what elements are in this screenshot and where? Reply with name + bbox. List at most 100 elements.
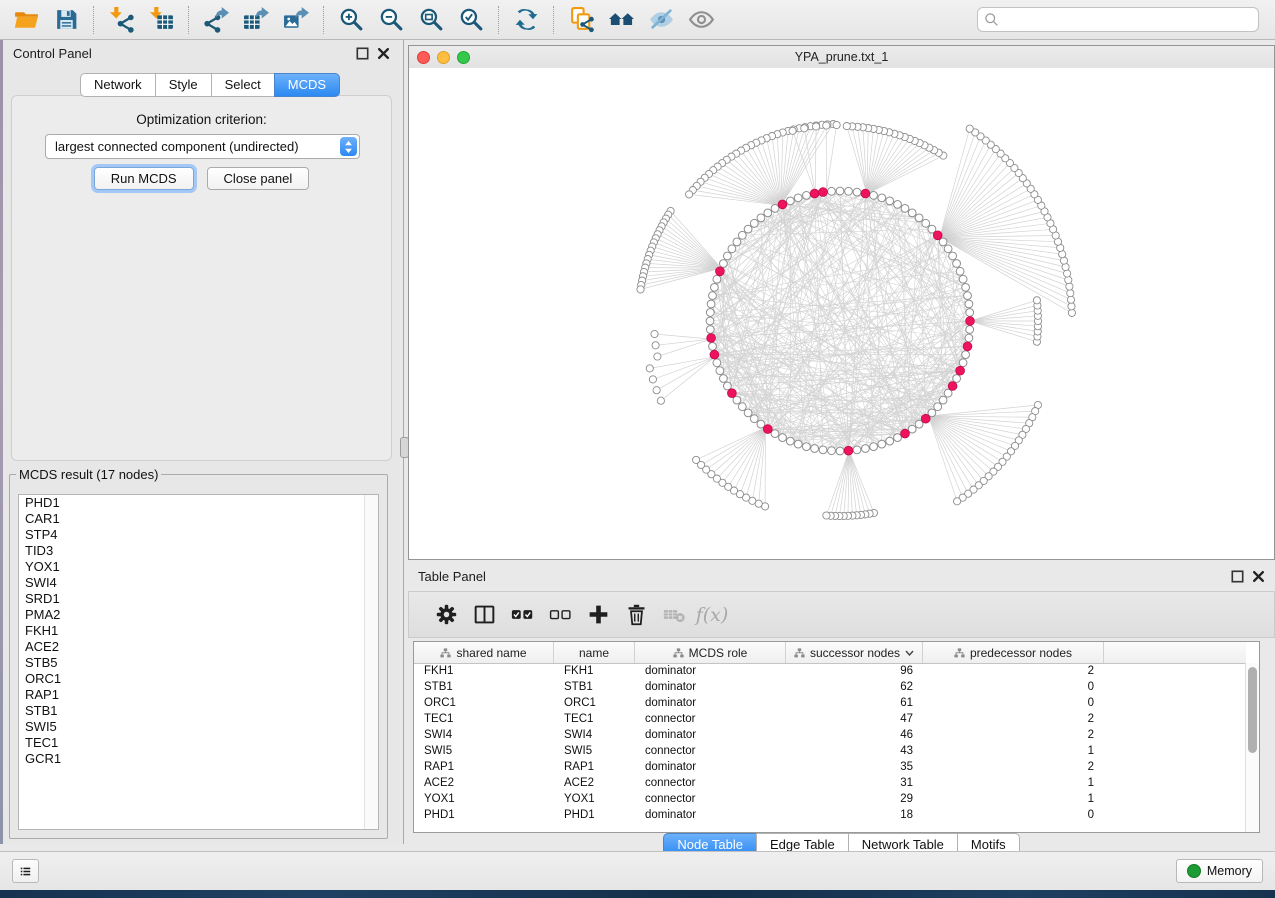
mcds-result-item[interactable]: STP4 [19, 527, 378, 543]
table-row[interactable]: PHD1PHD1dominator180 [414, 807, 1246, 823]
mcds-result-item[interactable]: SWI4 [19, 575, 378, 591]
column-header-name[interactable]: name [554, 642, 635, 663]
search-box[interactable] [977, 7, 1259, 32]
sort-desc-icon [905, 650, 914, 656]
column-header-mcds-role[interactable]: MCDS role [635, 642, 786, 663]
refresh-view-icon [513, 6, 540, 33]
cell-successor-nodes: 61 [786, 695, 923, 711]
result-scrollbar[interactable] [364, 495, 378, 829]
table-toolbar: f(x) [408, 591, 1275, 638]
mcds-result-item[interactable]: GCR1 [19, 751, 378, 767]
table-settings-icon [435, 603, 458, 626]
mcds-result-item[interactable]: FKH1 [19, 623, 378, 639]
tab-mcds[interactable]: MCDS [274, 73, 340, 97]
first-neighbors-button[interactable] [601, 3, 641, 37]
mcds-result-item[interactable]: PMA2 [19, 607, 378, 623]
table-scrollbar[interactable] [1245, 663, 1259, 832]
search-input[interactable] [1004, 11, 1252, 28]
mcds-result-item[interactable]: SRD1 [19, 591, 378, 607]
refresh-view-button[interactable] [506, 3, 546, 37]
select-all-rows-button[interactable] [503, 596, 541, 634]
float-panel-icon[interactable] [356, 47, 369, 60]
cell-name: RAP1 [554, 759, 635, 775]
zoom-in-button[interactable] [331, 3, 371, 37]
hide-selected-button[interactable] [641, 3, 681, 37]
tab-style[interactable]: Style [155, 73, 212, 97]
mcds-result-item[interactable]: CAR1 [19, 511, 378, 527]
run-mcds-button[interactable]: Run MCDS [94, 167, 194, 190]
table-panel: Table Panel f(x) shared namename MCDS ro… [408, 563, 1275, 844]
cell-successor-nodes: 62 [786, 679, 923, 695]
mcds-result-item[interactable]: STB5 [19, 655, 378, 671]
table-row[interactable]: RAP1RAP1dominator352 [414, 759, 1246, 775]
clone-network-button[interactable] [561, 3, 601, 37]
import-network-button[interactable] [101, 3, 141, 37]
mcds-result-item[interactable]: ORC1 [19, 671, 378, 687]
task-history-button[interactable] [12, 859, 39, 883]
panel-splitter[interactable] [400, 40, 408, 844]
table-row[interactable]: FKH1FKH1dominator962 [414, 663, 1246, 679]
apply-function-button[interactable]: f(x) [693, 596, 731, 634]
zoom-fit-button[interactable] [411, 3, 451, 37]
add-row-button[interactable] [579, 596, 617, 634]
import-table-button[interactable] [141, 3, 181, 37]
table-settings-button[interactable] [427, 596, 465, 634]
column-header-predecessor-nodes[interactable]: predecessor nodes [923, 642, 1104, 663]
table-row[interactable]: SWI4SWI4dominator462 [414, 727, 1246, 743]
table-scrollbar-thumb[interactable] [1248, 667, 1257, 753]
network-canvas[interactable] [409, 68, 1274, 559]
close-panel-button[interactable]: Close panel [207, 167, 310, 190]
zoom-out-button[interactable] [371, 3, 411, 37]
deselect-all-rows-button[interactable] [541, 596, 579, 634]
table-row[interactable]: SWI5SWI5connector431 [414, 743, 1246, 759]
cell-mcds-role: dominator [635, 727, 786, 743]
delete-row-button[interactable] [617, 596, 655, 634]
export-image-button[interactable] [276, 3, 316, 37]
tab-select[interactable]: Select [211, 73, 275, 97]
mcds-result-item[interactable]: SWI5 [19, 719, 378, 735]
mcds-result-item[interactable]: RAP1 [19, 687, 378, 703]
cell-name: ACE2 [554, 775, 635, 791]
cell-mcds-role: dominator [635, 807, 786, 823]
deselect-all-rows-icon [549, 603, 572, 626]
mcds-result-item[interactable]: ACE2 [19, 639, 378, 655]
table-row[interactable]: TEC1TEC1connector472 [414, 711, 1246, 727]
mcds-result-list[interactable]: PHD1CAR1STP4TID3YOX1SWI4SRD1PMA2FKH1ACE2… [18, 494, 379, 830]
show-all-button[interactable] [681, 3, 721, 37]
column-visibility-button[interactable] [465, 596, 503, 634]
import-network-icon [108, 6, 135, 33]
export-network-button[interactable] [196, 3, 236, 37]
column-header-shared-name[interactable]: shared name [414, 642, 554, 663]
table-row[interactable]: STB1STB1dominator620 [414, 679, 1246, 695]
cell-predecessor-nodes: 0 [923, 679, 1104, 695]
open-file-button[interactable] [6, 3, 46, 37]
export-image-icon [283, 6, 310, 33]
open-file-icon [13, 6, 40, 33]
mcds-result-item[interactable]: STB1 [19, 703, 378, 719]
mcds-result-item[interactable]: TEC1 [19, 735, 378, 751]
zoom-selected-button[interactable] [451, 3, 491, 37]
export-table-button[interactable] [236, 3, 276, 37]
show-all-icon [688, 6, 715, 33]
table-row[interactable]: YOX1YOX1connector291 [414, 791, 1246, 807]
mcds-tab-content: Optimization criterion: largest connecte… [11, 95, 392, 461]
mcds-result-item[interactable]: TID3 [19, 543, 378, 559]
cell-name: STB1 [554, 679, 635, 695]
memory-button[interactable]: Memory [1176, 859, 1263, 883]
zoom-out-icon [378, 6, 405, 33]
column-type-icon [794, 648, 805, 658]
table-row[interactable]: ORC1ORC1dominator610 [414, 695, 1246, 711]
mcds-result-item[interactable]: PHD1 [19, 495, 378, 511]
float-table-panel-icon[interactable] [1231, 570, 1244, 583]
delete-table-button[interactable] [655, 596, 693, 634]
close-table-panel-icon[interactable] [1252, 570, 1265, 583]
cell-successor-nodes: 18 [786, 807, 923, 823]
save-session-button[interactable] [46, 3, 86, 37]
close-panel-icon[interactable] [377, 47, 390, 60]
table-row[interactable]: ACE2ACE2connector311 [414, 775, 1246, 791]
mcds-result-item[interactable]: YOX1 [19, 559, 378, 575]
cytoscape-window: Control Panel NetworkStyleSelectMCDS Opt… [0, 0, 1275, 890]
criterion-select[interactable]: largest connected component (undirected) [45, 134, 360, 159]
tab-network[interactable]: Network [80, 73, 156, 97]
column-header-successor-nodes[interactable]: successor nodes [786, 642, 923, 663]
